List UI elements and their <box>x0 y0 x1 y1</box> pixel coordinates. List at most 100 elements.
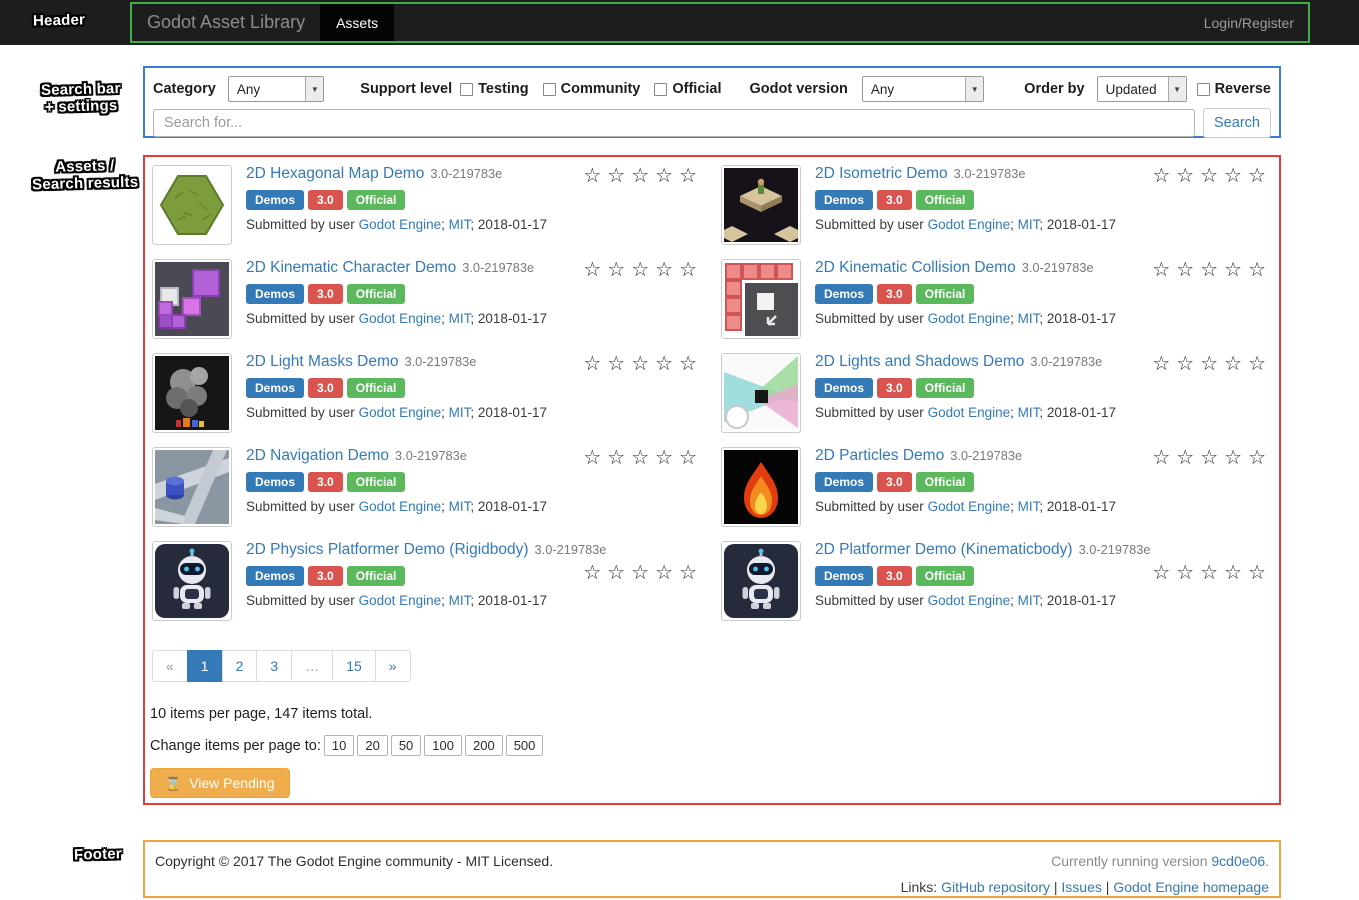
order-by-select[interactable]: Updated ▼ <box>1097 76 1187 102</box>
category-badge[interactable]: Demos <box>246 472 304 492</box>
rating-stars[interactable]: ☆☆☆☆☆ <box>583 562 703 584</box>
search-button[interactable]: Search <box>1203 108 1271 138</box>
support-badge[interactable]: Official <box>916 190 975 210</box>
per-page-500-button[interactable]: 500 <box>506 735 544 756</box>
license-link[interactable]: MIT <box>449 593 471 608</box>
reverse-checkbox[interactable] <box>1197 83 1210 96</box>
rating-stars[interactable]: ☆☆☆☆☆ <box>1152 353 1272 375</box>
asset-thumbnail[interactable] <box>152 541 232 621</box>
official-checkbox[interactable] <box>654 83 667 96</box>
rating-stars[interactable]: ☆☆☆☆☆ <box>1152 259 1272 281</box>
support-badge[interactable]: Official <box>347 472 406 492</box>
license-link[interactable]: MIT <box>1018 311 1040 326</box>
version-badge[interactable]: 3.0 <box>308 190 343 210</box>
category-select[interactable]: Any ▼ <box>228 76 324 102</box>
asset-thumbnail[interactable] <box>152 259 232 339</box>
category-badge[interactable]: Demos <box>246 190 304 210</box>
category-badge[interactable]: Demos <box>815 378 873 398</box>
tab-assets[interactable]: Assets <box>320 4 394 41</box>
support-badge[interactable]: Official <box>347 566 406 586</box>
license-link[interactable]: MIT <box>449 217 471 232</box>
support-badge[interactable]: Official <box>916 284 975 304</box>
license-link[interactable]: MIT <box>1018 499 1040 514</box>
category-badge[interactable]: Demos <box>246 378 304 398</box>
login-register-link[interactable]: Login/Register <box>1190 4 1308 41</box>
issues-link[interactable]: Issues <box>1061 879 1101 895</box>
version-badge[interactable]: 3.0 <box>308 284 343 304</box>
rating-stars[interactable]: ☆☆☆☆☆ <box>1152 562 1272 584</box>
license-link[interactable]: MIT <box>1018 405 1040 420</box>
category-badge[interactable]: Demos <box>815 472 873 492</box>
category-badge[interactable]: Demos <box>815 566 873 586</box>
category-badge[interactable]: Demos <box>246 284 304 304</box>
license-link[interactable]: MIT <box>1018 593 1040 608</box>
search-input[interactable] <box>153 109 1195 137</box>
support-badge[interactable]: Official <box>916 472 975 492</box>
support-badge[interactable]: Official <box>347 378 406 398</box>
author-link[interactable]: Godot Engine <box>359 405 442 420</box>
github-repository-link[interactable]: GitHub repository <box>941 879 1050 895</box>
godot-homepage-link[interactable]: Godot Engine homepage <box>1113 879 1269 895</box>
version-badge[interactable]: 3.0 <box>308 378 343 398</box>
rating-stars[interactable]: ☆☆☆☆☆ <box>583 447 703 469</box>
asset-title-link[interactable]: 2D Physics Platformer Demo (Rigidbody) <box>246 541 529 558</box>
license-link[interactable]: MIT <box>449 405 471 420</box>
asset-thumbnail[interactable] <box>152 353 232 433</box>
license-link[interactable]: MIT <box>449 311 471 326</box>
pagination-page-15[interactable]: 15 <box>332 650 376 682</box>
pagination-page-1[interactable]: 1 <box>187 650 223 682</box>
per-page-100-button[interactable]: 100 <box>424 735 462 756</box>
asset-thumbnail[interactable] <box>721 165 801 245</box>
asset-thumbnail[interactable] <box>721 447 801 527</box>
asset-thumbnail[interactable] <box>721 353 801 433</box>
asset-title-link[interactable]: 2D Lights and Shadows Demo <box>815 353 1024 370</box>
category-badge[interactable]: Demos <box>246 566 304 586</box>
rating-stars[interactable]: ☆☆☆☆☆ <box>1152 447 1272 469</box>
author-link[interactable]: Godot Engine <box>928 217 1011 232</box>
community-checkbox[interactable] <box>543 83 556 96</box>
support-badge[interactable]: Official <box>347 190 406 210</box>
asset-title-link[interactable]: 2D Hexagonal Map Demo <box>246 165 424 182</box>
asset-thumbnail[interactable] <box>721 541 801 621</box>
version-badge[interactable]: 3.0 <box>308 566 343 586</box>
version-badge[interactable]: 3.0 <box>308 472 343 492</box>
testing-checkbox[interactable] <box>460 83 473 96</box>
asset-title-link[interactable]: 2D Particles Demo <box>815 447 944 464</box>
author-link[interactable]: Godot Engine <box>928 311 1011 326</box>
rating-stars[interactable]: ☆☆☆☆☆ <box>583 165 703 187</box>
asset-title-link[interactable]: 2D Kinematic Collision Demo <box>815 259 1016 276</box>
per-page-20-button[interactable]: 20 <box>357 735 387 756</box>
godot-version-select[interactable]: Any ▼ <box>862 76 984 102</box>
license-link[interactable]: MIT <box>449 499 471 514</box>
asset-thumbnail[interactable] <box>721 259 801 339</box>
author-link[interactable]: Godot Engine <box>359 311 442 326</box>
author-link[interactable]: Godot Engine <box>359 499 442 514</box>
pagination-page-3[interactable]: 3 <box>256 650 292 682</box>
asset-title-link[interactable]: 2D Navigation Demo <box>246 447 389 464</box>
rating-stars[interactable]: ☆☆☆☆☆ <box>583 353 703 375</box>
author-link[interactable]: Godot Engine <box>928 405 1011 420</box>
category-badge[interactable]: Demos <box>815 190 873 210</box>
support-badge[interactable]: Official <box>916 566 975 586</box>
author-link[interactable]: Godot Engine <box>928 593 1011 608</box>
running-version-link[interactable]: 9cd0e06 <box>1211 853 1265 869</box>
asset-title-link[interactable]: 2D Isometric Demo <box>815 165 948 182</box>
author-link[interactable]: Godot Engine <box>359 593 442 608</box>
author-link[interactable]: Godot Engine <box>359 217 442 232</box>
asset-thumbnail[interactable] <box>152 447 232 527</box>
pagination-next[interactable]: » <box>375 650 411 682</box>
author-link[interactable]: Godot Engine <box>928 499 1011 514</box>
rating-stars[interactable]: ☆☆☆☆☆ <box>583 259 703 281</box>
version-badge[interactable]: 3.0 <box>877 284 912 304</box>
per-page-50-button[interactable]: 50 <box>391 735 421 756</box>
license-link[interactable]: MIT <box>1018 217 1040 232</box>
per-page-10-button[interactable]: 10 <box>324 735 354 756</box>
asset-thumbnail[interactable] <box>152 165 232 245</box>
category-badge[interactable]: Demos <box>815 284 873 304</box>
per-page-200-button[interactable]: 200 <box>465 735 503 756</box>
version-badge[interactable]: 3.0 <box>877 472 912 492</box>
version-badge[interactable]: 3.0 <box>877 378 912 398</box>
version-badge[interactable]: 3.0 <box>877 566 912 586</box>
view-pending-button[interactable]: ⌛ View Pending <box>150 768 290 798</box>
pagination-page-2[interactable]: 2 <box>222 650 258 682</box>
